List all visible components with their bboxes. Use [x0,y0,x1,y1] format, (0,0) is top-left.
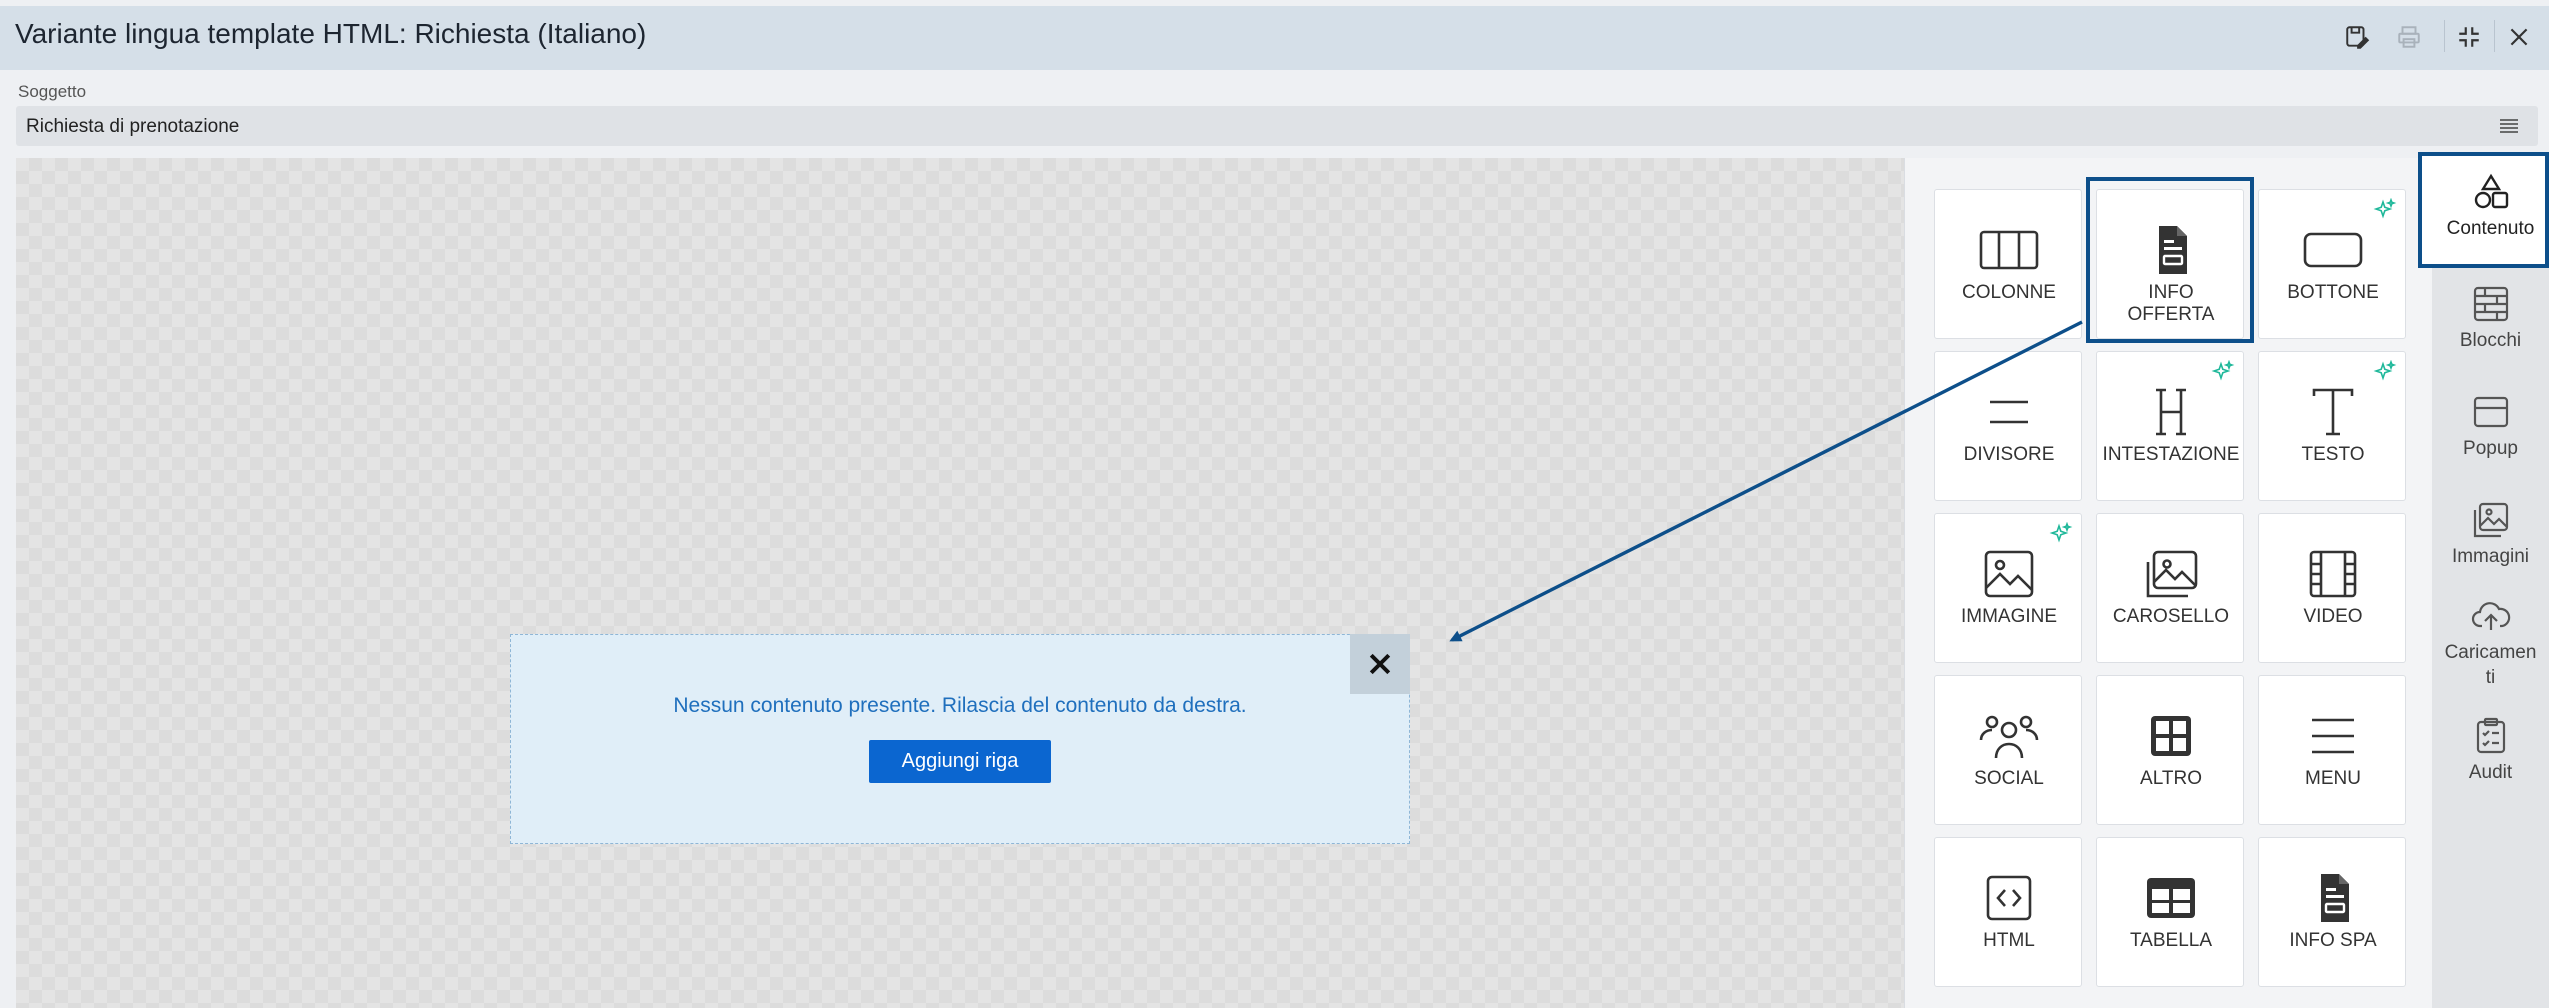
tile-menu[interactable]: MENU [2258,675,2406,825]
tile-html[interactable]: HTML [1934,837,2082,987]
tile-video[interactable]: VIDEO [2258,513,2406,663]
subject-field[interactable] [16,106,2538,146]
tile-label: HTML [1983,930,2035,951]
rail-item-blocchi[interactable]: Blocchi [2432,284,2549,353]
tile-label: MENU [2305,768,2361,789]
tile-carosello[interactable]: CAROSELLO [2096,513,2244,663]
window-title: Variante lingua template HTML: Richiesta… [15,18,647,49]
shapes-icon [2432,172,2549,212]
tile-label: SOCIAL [1974,768,2044,789]
rail-label: Contenuto [2446,218,2535,239]
bricks-icon [2432,284,2549,324]
carousel-icon [2097,548,2245,600]
rail-item-contenuto[interactable]: Contenuto [2432,172,2549,241]
rail-item-audit[interactable]: Audit [2432,716,2549,785]
menu-icon [2259,710,2407,762]
subject-label: Soggetto [18,82,87,101]
print-icon[interactable] [2392,20,2426,54]
ai-sparkle-icon [2373,198,2397,219]
images-icon [2432,500,2549,540]
ai-sparkle-icon [2211,360,2235,381]
tile-label: VIDEO [2303,606,2363,627]
text-icon [2259,386,2407,438]
tile-divisore[interactable]: DIVISORE [1934,351,2082,501]
rail-item-caricamenti[interactable]: Caricamen ti [2432,596,2549,690]
table-icon [2097,872,2245,924]
tile-label: INTESTAZIONE [2102,444,2240,465]
document-icon [2259,872,2407,924]
toolbar-separator [2444,20,2445,52]
columns-icon [1935,224,2083,276]
tile-testo[interactable]: TESTO [2258,351,2406,501]
highlight-box [2086,177,2254,343]
image-icon [1935,548,2083,600]
tile-label: CAROSELLO [2112,606,2230,627]
save-icon[interactable] [2340,20,2374,54]
rail-label: Popup [2463,438,2518,459]
rail-label: Caricamen ti [2444,642,2537,688]
tile-altro[interactable]: ALTRO [2096,675,2244,825]
rail-label: Audit [2468,762,2513,783]
tile-social[interactable]: SOCIAL [1934,675,2082,825]
drop-zone[interactable] [510,634,1410,844]
tile-tabella[interactable]: TABELLA [2096,837,2244,987]
button-icon [2259,224,2407,276]
heading-icon [2097,386,2245,438]
tile-label: BOTTONE [2287,282,2379,303]
close-icon[interactable] [2502,20,2536,54]
editor-canvas[interactable] [16,158,1904,1008]
rail-label: Blocchi [2459,330,2522,351]
tile-colonne[interactable]: COLONNE [1934,189,2082,339]
add-row-button[interactable]: Aggiungi riga [869,740,1051,783]
grid-icon [2097,710,2245,762]
tile-label: TESTO [2301,444,2365,465]
tile-label: DIVISORE [1963,444,2055,465]
social-icon [1935,710,2083,762]
clipboard-check-icon [2432,716,2549,756]
rail-label: Immagini [2451,546,2530,567]
video-icon [2259,548,2407,600]
toolbar-separator [2494,20,2495,52]
tile-info-spa[interactable]: INFO SPA [2258,837,2406,987]
popup-icon [2432,392,2549,432]
tile-label: ALTRO [2140,768,2202,789]
tile-label: INFO SPA [2289,930,2377,951]
tile-immagine[interactable]: IMMAGINE [1934,513,2082,663]
rail-item-popup[interactable]: Popup [2432,392,2549,461]
divider-icon [1935,386,2083,438]
fullscreen-icon[interactable] [2452,20,2486,54]
hamburger-icon[interactable] [2494,112,2524,140]
cloud-upload-icon [2432,596,2549,636]
subject-value[interactable]: Richiesta di prenotazione [26,116,239,138]
empty-content-message: Nessun contenuto presente. Rilascia del … [673,694,1247,717]
html-icon [1935,872,2083,924]
close-icon[interactable] [1350,634,1410,694]
tile-intestazione[interactable]: INTESTAZIONE [2096,351,2244,501]
tile-label: COLONNE [1962,282,2056,303]
rail-item-immagini[interactable]: Immagini [2432,500,2549,569]
tile-label: TABELLA [2129,930,2213,951]
tile-bottone[interactable]: BOTTONE [2258,189,2406,339]
ai-sparkle-icon [2049,522,2073,543]
ai-sparkle-icon [2373,360,2397,381]
tile-label: IMMAGINE [1960,606,2058,627]
